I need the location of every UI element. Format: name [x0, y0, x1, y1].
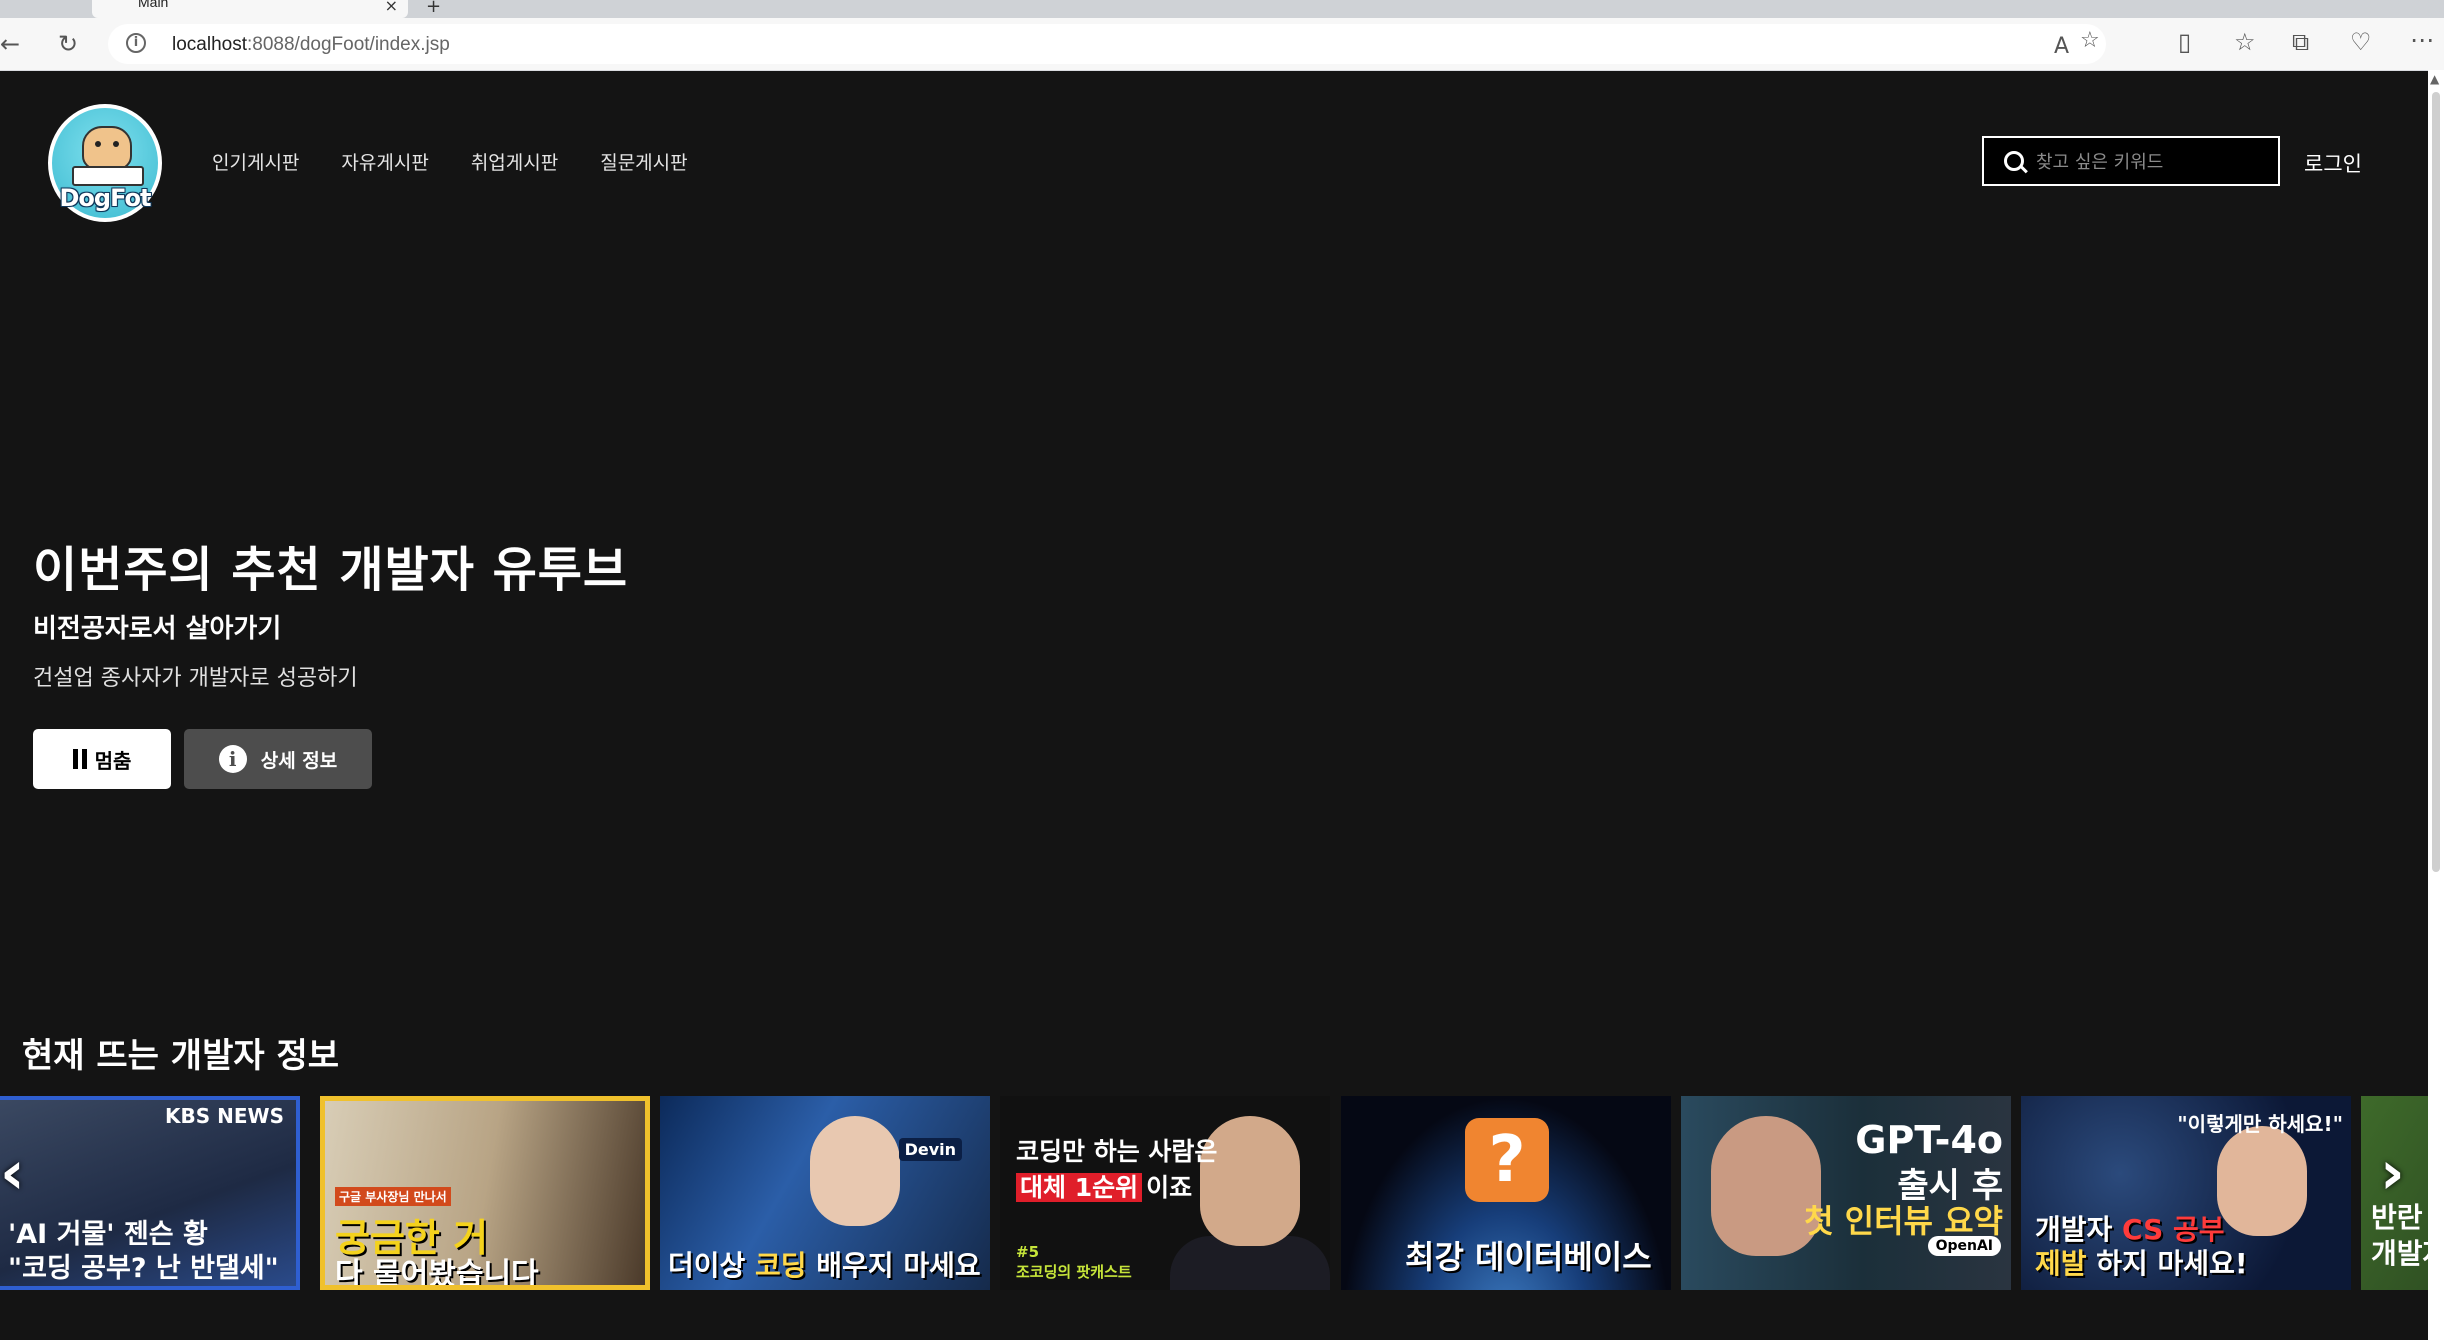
- question-box-icon: ?: [1465, 1118, 1549, 1202]
- thumbnail-caption: 제발 하지 마세요!: [2035, 1247, 2248, 1280]
- video-thumbnail[interactable]: GPT-4o 출시 후 첫 인터뷰 요약 OpenAI: [1681, 1096, 2011, 1290]
- address-bar[interactable]: i localhost:8088/dogFoot/index.jsp A: [108, 24, 2106, 64]
- url-text[interactable]: localhost:8088/dogFoot/index.jsp: [172, 34, 450, 56]
- new-tab-icon[interactable]: +: [426, 0, 441, 17]
- thumbnail-caption: 구글 부사장님 만나서: [335, 1187, 451, 1206]
- devin-badge: Devin: [898, 1138, 962, 1161]
- person-image: [810, 1116, 900, 1226]
- scrollbar-thumb[interactable]: [2432, 92, 2440, 872]
- person-image: [2217, 1126, 2307, 1236]
- tab-close-icon[interactable]: ×: [385, 0, 398, 15]
- nav-job-board[interactable]: 취업게시판: [471, 148, 558, 175]
- thumbnail-caption: 최강 데이터베이스: [1405, 1238, 1652, 1276]
- carousel-prev-icon[interactable]: ‹: [0, 1138, 25, 1208]
- favorites-icon[interactable]: ☆: [2234, 28, 2256, 56]
- hero-title: 이번주의 추천 개발자 유투브: [33, 542, 629, 598]
- search-input[interactable]: [2034, 146, 2268, 178]
- hero-description: 건설업 종사자가 개발자로 성공하기: [33, 666, 358, 691]
- pause-button-label: 멈춤: [94, 748, 132, 773]
- url-host: localhost: [172, 34, 247, 55]
- browser-tab-strip: Main × +: [0, 0, 2444, 18]
- trending-section-title: 현재 뜨는 개발자 정보: [22, 1036, 340, 1076]
- search-icon[interactable]: [2004, 151, 2024, 171]
- nav-popular-board[interactable]: 인기게시판: [212, 148, 299, 175]
- page-scrollbar[interactable]: ▲: [2428, 70, 2444, 1340]
- thumbnail-caption: "이렇게만 하세요!": [2177, 1112, 2343, 1136]
- video-thumbnail[interactable]: 코딩만 하는 사람은 대체 1순위 이죠 #5 조코딩의 팟캐스트: [1000, 1096, 1330, 1290]
- nav-question-board[interactable]: 질문게시판: [600, 148, 687, 175]
- video-thumbnail[interactable]: KBS NEWS 'AI 거물' 젠슨 황 "코딩 공부? 난 반댈세": [0, 1096, 300, 1290]
- browser-tab[interactable]: Main ×: [92, 0, 408, 18]
- thumbnail-caption: 다 물어봤습니다: [335, 1257, 539, 1290]
- split-screen-icon[interactable]: ▯: [2178, 28, 2191, 56]
- read-aloud-icon[interactable]: A: [2054, 34, 2069, 59]
- laptop-icon: [72, 166, 144, 186]
- login-link[interactable]: 로그인: [2304, 148, 2362, 178]
- main-nav: 인기게시판 자유게시판 취업게시판 질문게시판: [212, 148, 688, 175]
- site-info-icon[interactable]: i: [126, 33, 146, 53]
- video-thumbnail[interactable]: ? 최강 데이터베이스: [1341, 1096, 1671, 1290]
- reload-icon[interactable]: ↻: [52, 28, 84, 60]
- details-button-label: 상세 정보: [260, 749, 338, 772]
- video-thumbnail[interactable]: 구글 부사장님 만나서 궁금한 거 다 물어봤습니다: [320, 1096, 650, 1290]
- extensions-icon[interactable]: ♡: [2350, 28, 2372, 56]
- info-icon: i: [218, 745, 247, 773]
- scroll-up-icon[interactable]: ▲: [2430, 72, 2439, 86]
- nav-free-board[interactable]: 자유게시판: [341, 148, 428, 175]
- site-logo[interactable]: DogFot: [48, 104, 162, 222]
- logo-text: DogFot: [59, 184, 152, 212]
- thumbnail-caption: 더이상 코딩 배우지 마세요: [668, 1249, 981, 1282]
- carousel-next-icon[interactable]: ›: [2380, 1138, 2405, 1208]
- thumbnail-caption: 코딩만 하는 사람은: [1016, 1137, 1218, 1166]
- video-thumbnail[interactable]: Devin 더이상 코딩 배우지 마세요: [660, 1096, 990, 1290]
- openai-badge: OpenAI: [1927, 1236, 2001, 1256]
- video-thumbnail[interactable]: "이렇게만 하세요!" 개발자 CS 공부 제발 하지 마세요!: [2021, 1096, 2351, 1290]
- collections-icon[interactable]: ⧉: [2292, 28, 2309, 56]
- favorite-star-icon[interactable]: ☆: [2080, 28, 2100, 53]
- pause-button[interactable]: 멈춤: [33, 729, 171, 789]
- pause-icon: [72, 749, 87, 769]
- dog-mascot-icon: [82, 126, 132, 170]
- url-path: :8088/dogFoot/index.jsp: [247, 34, 450, 55]
- thumbnail-caption: 대체 1순위 이죠: [1016, 1168, 1196, 1204]
- thumbnail-caption: 개발자: [2371, 1237, 2428, 1270]
- thumbnail-carousel: KBS NEWS 'AI 거물' 젠슨 황 "코딩 공부? 난 반댈세" 구글 …: [0, 1096, 2428, 1290]
- tab-title: Main: [138, 0, 169, 10]
- thumbnail-caption: "코딩 공부? 난 반댈세": [8, 1253, 279, 1284]
- details-button[interactable]: i 상세 정보: [184, 729, 372, 789]
- news-badge: KBS NEWS: [165, 1104, 284, 1128]
- more-menu-icon[interactable]: ⋯: [2410, 26, 2434, 54]
- browser-toolbar: ← ↻ i localhost:8088/dogFoot/index.jsp A…: [0, 18, 2444, 71]
- search-box[interactable]: [1982, 136, 2280, 186]
- hero-subtitle: 비전공자로서 살아가기: [33, 614, 282, 644]
- thumbnail-caption: GPT-4o: [1855, 1118, 2003, 1162]
- thumbnail-caption: #5 조코딩의 팟캐스트: [1016, 1243, 1132, 1281]
- back-icon[interactable]: ←: [0, 28, 26, 60]
